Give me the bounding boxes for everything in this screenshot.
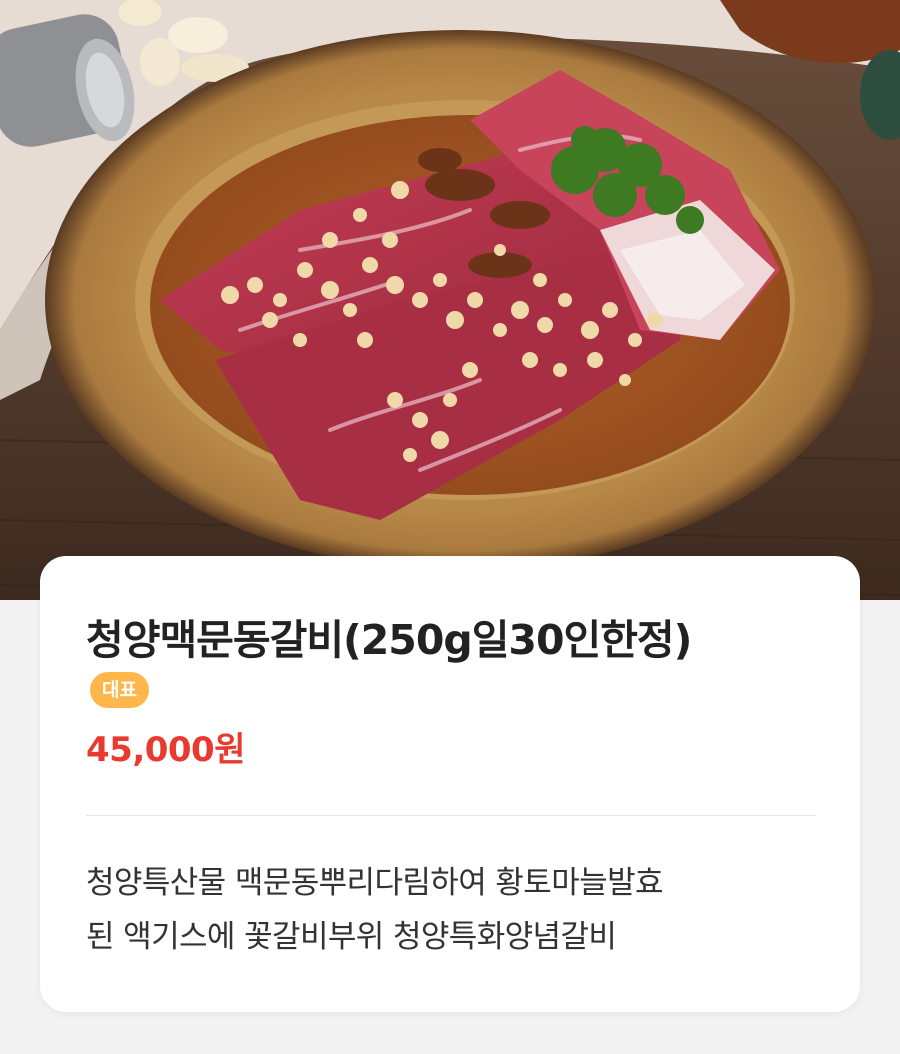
divider: [86, 815, 816, 816]
marinated-galbi-photo: [0, 0, 900, 600]
product-price: 45,000원: [86, 730, 245, 770]
product-image: [0, 0, 900, 600]
product-description: 청양특산물 맥문동뿌리다림하여 황토마늘발효 된 액기스에 꽃갈비부위 청양특화…: [86, 856, 826, 964]
representative-badge: 대표: [90, 672, 149, 708]
product-info-card[interactable]: 청양맥문동갈비(250g일30인한정) 대표 45,000원 청양특산물 맥문동…: [40, 556, 860, 1012]
description-line: 청양특산물 맥문동뿌리다림하여 황토마늘발효: [86, 865, 664, 901]
product-name: 청양맥문동갈비(250g일30인한정): [86, 616, 692, 664]
description-line: 된 액기스에 꽃갈비부위 청양특화양념갈비: [86, 919, 617, 955]
